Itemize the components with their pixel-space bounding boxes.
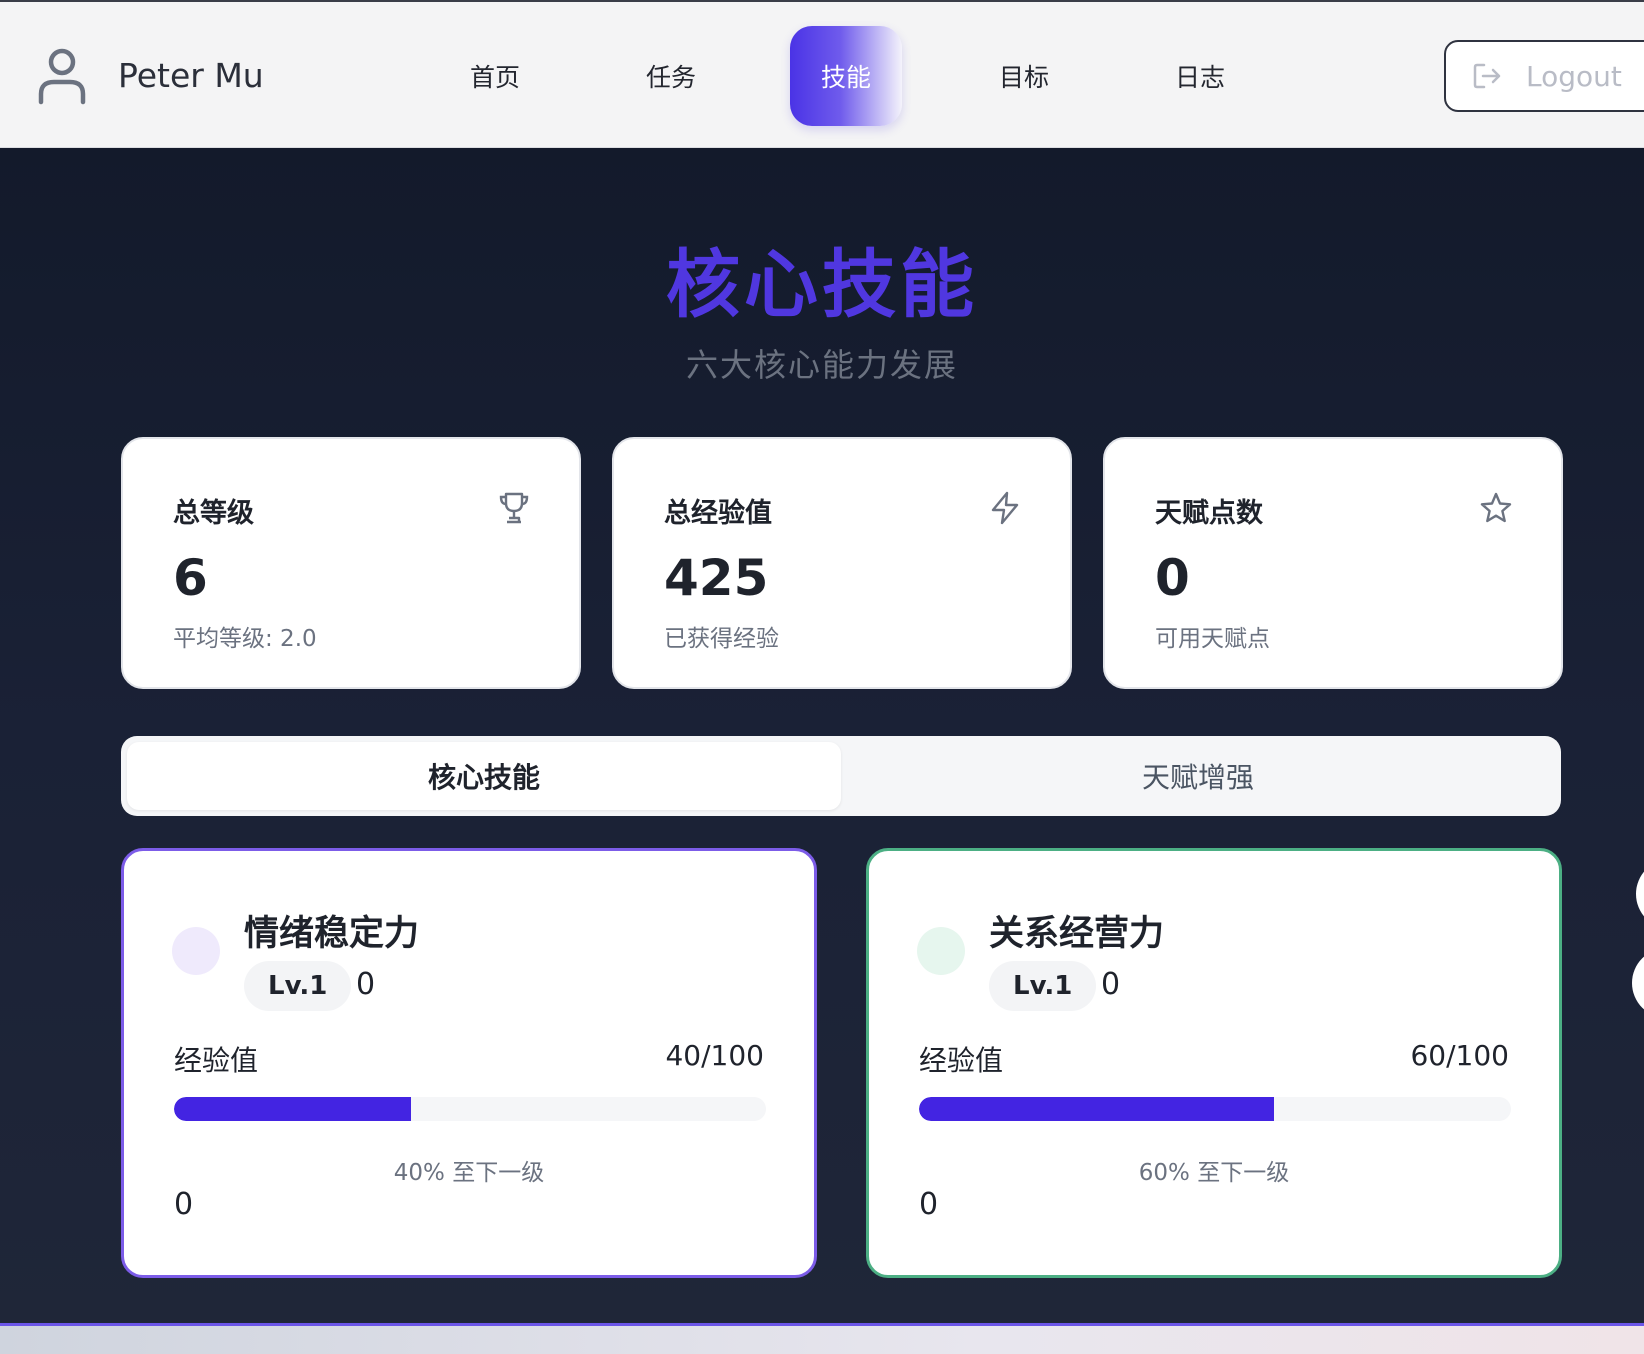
user-icon[interactable] xyxy=(36,46,88,106)
level-badge: Lv.1 xyxy=(244,961,352,1011)
stat-card-talent-points: 天赋点数 0 可用天赋点 xyxy=(1103,437,1563,689)
tab-core-skills[interactable]: 核心技能 xyxy=(127,742,841,810)
page-title: 核心技能 xyxy=(666,242,978,328)
logout-icon xyxy=(1473,63,1501,89)
level-extra-value: 0 xyxy=(1101,967,1121,1002)
logout-label: Logout xyxy=(1526,59,1622,93)
nav-item-logs[interactable]: 日志 xyxy=(1144,26,1256,126)
exp-label: 经验值 xyxy=(919,1044,1004,1077)
exp-progress-fill xyxy=(174,1097,411,1121)
stat-subtext: 已获得经验 xyxy=(664,626,779,652)
trophy-icon xyxy=(499,492,529,524)
stat-subtext: 平均等级: 2.0 xyxy=(173,626,317,652)
nav-item-tasks[interactable]: 任务 xyxy=(615,26,727,126)
lightning-icon xyxy=(991,491,1019,525)
skill-tabs: 核心技能 天赋增强 xyxy=(121,736,1561,816)
top-navbar: Peter Mu 首页 任务 技能 目标 日志 Logout xyxy=(0,0,1644,148)
skill-bottom-value: 0 xyxy=(919,1187,939,1222)
nav-item-skills[interactable]: 技能 xyxy=(790,26,902,126)
exp-progress-fill xyxy=(919,1097,1275,1121)
stat-value: 0 xyxy=(1155,549,1190,607)
level-extra-value: 0 xyxy=(356,967,376,1002)
exp-value: 40/100 xyxy=(665,1039,764,1072)
exp-progress-bar xyxy=(919,1097,1511,1121)
page-subtitle: 六大核心能力发展 xyxy=(685,346,958,384)
bottom-strip xyxy=(0,1326,1644,1354)
stat-label: 总等级 xyxy=(173,498,254,529)
level-badge: Lv.1 xyxy=(989,961,1097,1011)
nav-item-home[interactable]: 首页 xyxy=(439,26,551,126)
skill-color-dot xyxy=(172,927,220,975)
skill-name: 关系经营力 xyxy=(989,914,1165,954)
star-icon xyxy=(1480,492,1512,523)
user-name: Peter Mu xyxy=(118,56,264,95)
stat-card-total-exp: 总经验值 425 已获得经验 xyxy=(612,437,1072,689)
skill-card-emotional-stability[interactable]: 情绪稳定力 Lv.1 0 经验值 40/100 40% 至下一级 0 xyxy=(121,848,817,1278)
skill-card-relationship[interactable]: 关系经营力 Lv.1 0 经验值 60/100 60% 至下一级 0 xyxy=(866,848,1562,1278)
logout-button[interactable]: Logout xyxy=(1444,40,1644,112)
edge-scroll-button[interactable] xyxy=(1636,859,1644,929)
stat-value: 6 xyxy=(173,549,208,607)
tab-talent-enhance[interactable]: 天赋增强 xyxy=(841,742,1555,810)
exp-label: 经验值 xyxy=(174,1044,259,1077)
exp-value: 60/100 xyxy=(1410,1039,1509,1072)
exp-progress-bar xyxy=(174,1097,766,1121)
stat-label: 总经验值 xyxy=(664,498,772,529)
skill-color-dot xyxy=(917,927,965,975)
progress-text: 40% 至下一级 xyxy=(393,1160,545,1186)
stat-subtext: 可用天赋点 xyxy=(1155,626,1270,652)
stat-label: 天赋点数 xyxy=(1155,498,1263,529)
skill-name: 情绪稳定力 xyxy=(244,914,420,954)
stat-value: 425 xyxy=(664,549,769,607)
skill-bottom-value: 0 xyxy=(174,1187,194,1222)
edge-scroll-button[interactable] xyxy=(1632,948,1644,1018)
nav-item-goals[interactable]: 目标 xyxy=(968,26,1080,126)
progress-text: 60% 至下一级 xyxy=(1138,1160,1290,1186)
main-content: 核心技能 六大核心能力发展 总等级 6 平均等级: 2.0 总经验值 425 已… xyxy=(0,148,1644,1326)
stat-card-total-level: 总等级 6 平均等级: 2.0 xyxy=(121,437,581,689)
